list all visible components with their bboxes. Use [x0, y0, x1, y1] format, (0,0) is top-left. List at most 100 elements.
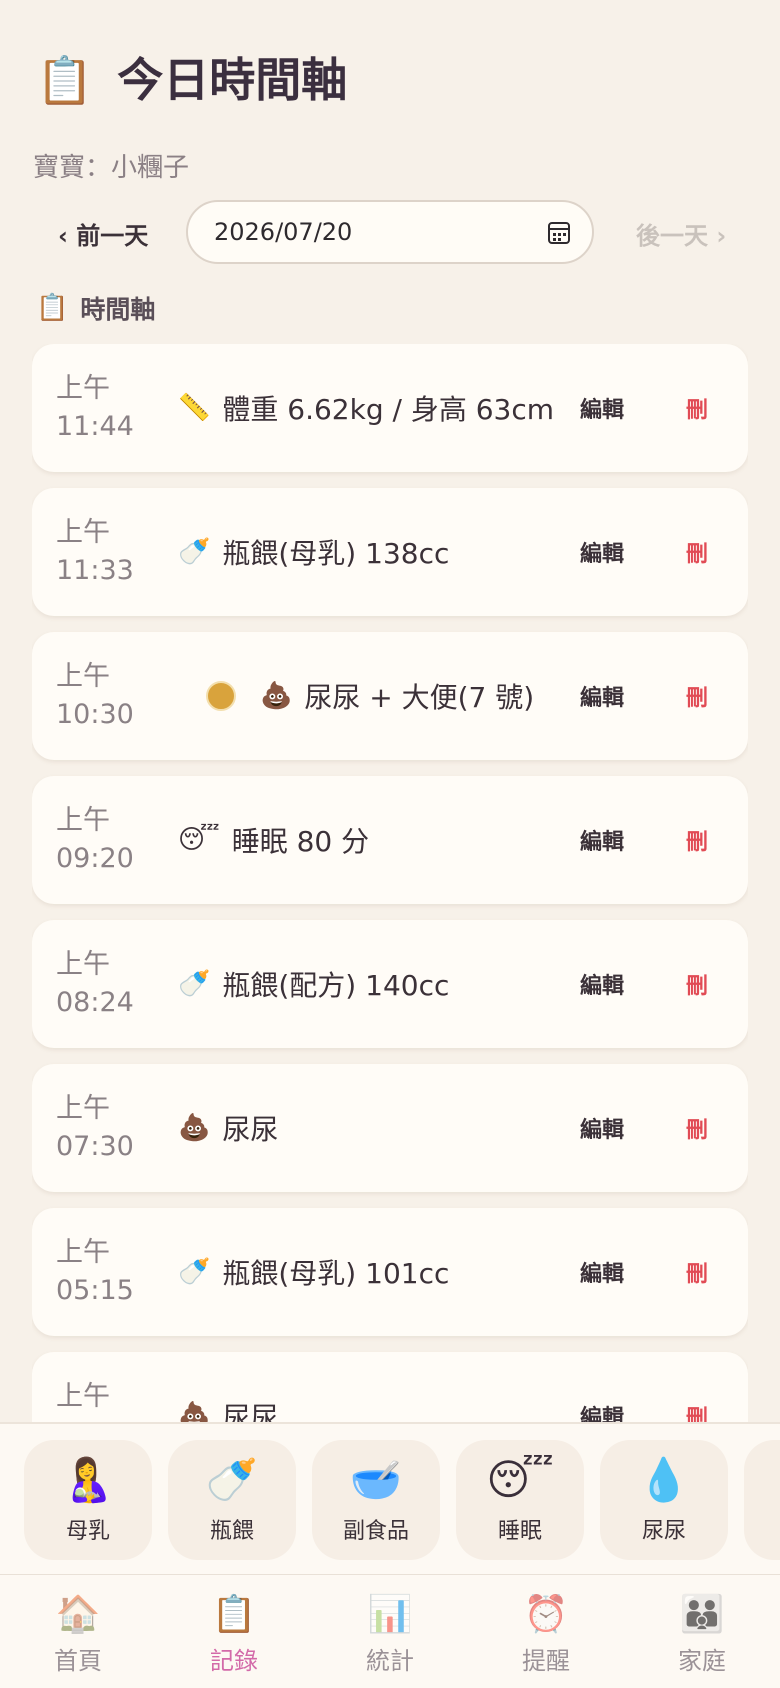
delete-button[interactable]: 刪 — [686, 488, 708, 616]
entry-clock: 05:15 — [56, 1275, 134, 1306]
entry-period: 上午 — [56, 1381, 110, 1412]
home-icon: 🏠 — [55, 1594, 101, 1635]
entry-time: 上午 05:15 — [56, 1234, 166, 1310]
poop-icon: 💩 — [178, 1401, 211, 1422]
delete-button[interactable]: 刪 — [686, 1352, 708, 1422]
entry-time: 上午 11:44 — [56, 370, 166, 446]
nav-label: 家庭 — [678, 1647, 726, 1675]
entry-period: 上午 — [56, 661, 110, 692]
quick-add-label: 母乳 — [65, 1519, 110, 1544]
sleeping-face-icon: 😴 — [486, 1455, 554, 1504]
timeline-entry: 上午 10:30 💩 尿尿 + 大便(7 號) 編輯 刪 — [32, 632, 748, 760]
timeline-entry: 上午 05:15 🍼 瓶餵(母乳) 101cc 編輯 刪 — [32, 1208, 748, 1336]
quick-add-label: 瓶餵 — [209, 1519, 254, 1544]
edit-button[interactable]: 編輯 — [580, 488, 624, 616]
baby-bottle-icon: 🍼 — [205, 1455, 259, 1504]
delete-button[interactable]: 刪 — [686, 920, 708, 1048]
date-value: 2026/07/20 — [214, 218, 353, 246]
delete-button[interactable]: 刪 — [686, 776, 708, 904]
page-title: 今日時間軸 — [117, 53, 348, 107]
timeline-entry: 上午 08:24 🍼 瓶餵(配方) 140cc 編輯 刪 — [32, 920, 748, 1048]
entry-clock: 11:44 — [56, 411, 134, 442]
alarm-clock-icon: ⏰ — [523, 1594, 569, 1635]
entry-period: 上午 — [56, 949, 110, 980]
entry-time: 上午 08:24 — [56, 946, 166, 1022]
timeline-entry: 上午 💩 尿尿 編輯 刪 — [32, 1352, 748, 1422]
nav-reminders[interactable]: ⏰ 提醒 — [486, 1593, 606, 1676]
entry-clock: 09:20 — [56, 843, 134, 874]
entry-period: 上午 — [56, 1093, 110, 1124]
clipboard-icon: 📋 — [36, 293, 69, 323]
entry-clock: 11:33 — [56, 555, 134, 586]
baby-bottle-icon: 🍼 — [178, 537, 211, 567]
entry-text: 瓶餵(母乳) 101cc — [222, 1257, 450, 1290]
edit-button[interactable]: 編輯 — [580, 1208, 624, 1336]
baby-bottle-icon: 🍼 — [178, 969, 211, 999]
entry-clock: 08:24 — [56, 987, 134, 1018]
timeline-entry: 上午 09:20 😴 睡眠 80 分 編輯 刪 — [32, 776, 748, 904]
entry-description: 💩 尿尿 + 大便(7 號) — [178, 632, 534, 760]
clipboard-icon: 📋 — [36, 53, 94, 107]
family-icon: 👪 — [679, 1594, 725, 1635]
page-header: 📋 今日時間軸 — [36, 50, 347, 110]
nav-label: 提醒 — [522, 1647, 570, 1675]
nav-stats[interactable]: 📊 統計 — [330, 1593, 450, 1676]
chart-icon: 📊 — [367, 1594, 413, 1635]
edit-button[interactable]: 編輯 — [580, 1064, 624, 1192]
timeline-entry: 上午 11:33 🍼 瓶餵(母乳) 138cc 編輯 刪 — [32, 488, 748, 616]
timeline-entry: 上午 07:30 💩 尿尿 編輯 刪 — [32, 1064, 748, 1192]
ruler-icon: 📏 — [178, 393, 211, 423]
edit-button[interactable]: 編輯 — [580, 632, 624, 760]
entry-description: 🍼 瓶餵(母乳) 101cc — [178, 1208, 449, 1336]
nav-label: 首頁 — [54, 1647, 102, 1675]
quick-add-more[interactable] — [744, 1440, 780, 1560]
entry-clock: 07:30 — [56, 1131, 134, 1162]
quick-add-bar[interactable]: 🤱 母乳 🍼 瓶餵 🥣 副食品 😴 睡眠 💧 尿尿 — [0, 1422, 780, 1574]
sleeping-face-icon: 😴 — [178, 825, 220, 855]
entry-text: 睡眠 80 分 — [231, 825, 370, 858]
entry-time: 上午 10:30 — [56, 658, 166, 734]
bowl-icon: 🥣 — [349, 1455, 403, 1504]
clipboard-icon: 📋 — [211, 1594, 257, 1635]
entry-clock: 10:30 — [56, 699, 134, 730]
quick-add-sleep[interactable]: 😴 睡眠 — [456, 1440, 584, 1560]
edit-button[interactable]: 編輯 — [580, 920, 624, 1048]
entry-description: 😴 睡眠 80 分 — [178, 776, 369, 904]
nav-records[interactable]: 📋 記錄 — [174, 1593, 294, 1676]
entry-time: 上午 11:33 — [56, 514, 166, 590]
entry-description: 🍼 瓶餵(配方) 140cc — [178, 920, 449, 1048]
quick-add-pee[interactable]: 💧 尿尿 — [600, 1440, 728, 1560]
delete-button[interactable]: 刪 — [686, 1208, 708, 1336]
stool-color-swatch — [206, 681, 236, 711]
timeline-entry: 上午 11:44 📏 體重 6.62kg / 身高 63cm 編輯 刪 — [32, 344, 748, 472]
date-field[interactable]: 2026/07/20 — [186, 200, 594, 264]
nav-label: 統計 — [366, 1647, 414, 1675]
date-navigation: ‹ 前一天 2026/07/20 後一天 › — [0, 200, 780, 264]
calendar-icon[interactable] — [548, 222, 570, 244]
breastfeeding-icon: 🤱 — [61, 1455, 115, 1504]
nav-family[interactable]: 👪 家庭 — [642, 1593, 762, 1676]
quick-add-bottle[interactable]: 🍼 瓶餵 — [168, 1440, 296, 1560]
edit-button[interactable]: 編輯 — [580, 344, 624, 472]
entry-period: 上午 — [56, 373, 110, 404]
delete-button[interactable]: 刪 — [686, 632, 708, 760]
nav-home[interactable]: 🏠 首頁 — [18, 1593, 138, 1676]
entry-period: 上午 — [56, 1237, 110, 1268]
edit-button[interactable]: 編輯 — [580, 1352, 624, 1422]
entry-time: 上午 — [56, 1378, 166, 1416]
quick-add-breastfeeding[interactable]: 🤱 母乳 — [24, 1440, 152, 1560]
edit-button[interactable]: 編輯 — [580, 776, 624, 904]
entry-text: 尿尿 — [222, 1401, 279, 1422]
quick-add-label: 副食品 — [342, 1519, 409, 1544]
quick-add-solid-food[interactable]: 🥣 副食品 — [312, 1440, 440, 1560]
timeline-list: 上午 11:44 📏 體重 6.62kg / 身高 63cm 編輯 刪 上午 1… — [32, 344, 748, 1422]
delete-button[interactable]: 刪 — [686, 344, 708, 472]
entry-description: 🍼 瓶餵(母乳) 138cc — [178, 488, 449, 616]
entry-description: 💩 尿尿 — [178, 1064, 278, 1192]
section-title: 時間軸 — [80, 295, 156, 324]
delete-button[interactable]: 刪 — [686, 1064, 708, 1192]
bottom-navigation: 🏠 首頁 📋 記錄 📊 統計 ⏰ 提醒 👪 家庭 — [0, 1574, 780, 1688]
entry-text: 尿尿 + 大便(7 號) — [304, 681, 535, 714]
previous-day-button[interactable]: ‹ 前一天 — [58, 216, 148, 251]
entry-period: 上午 — [56, 805, 110, 836]
